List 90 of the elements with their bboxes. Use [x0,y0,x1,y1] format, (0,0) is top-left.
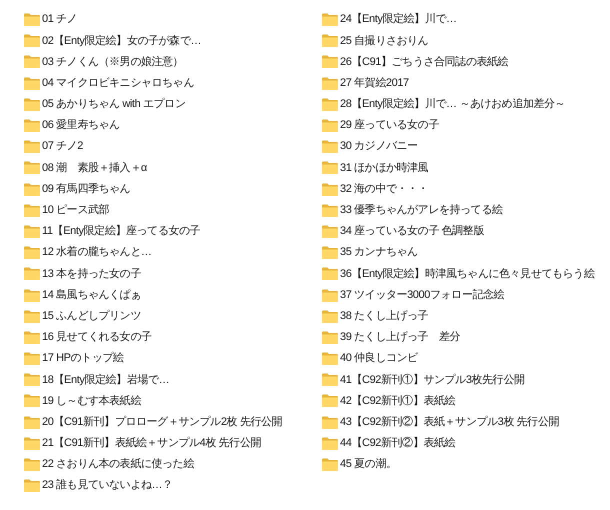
folder-item[interactable]: 41【C92新刊①】サンプル3枚先行公開 [322,369,610,390]
folder-icon [322,267,338,280]
folder-item[interactable]: 31 ほかほか時津風 [322,157,610,178]
folder-icon [322,119,338,132]
folder-item[interactable]: 44【C92新刊②】表紙絵 [322,432,610,454]
folder-item[interactable]: 02【Enty限定絵】女の子が森で… [24,30,322,52]
folder-item[interactable]: 42【C92新刊①】表紙絵 [322,390,610,412]
folder-item[interactable]: 10 ピース武部 [24,200,322,221]
folder-icon [322,182,338,196]
folder-icon [24,119,40,132]
folder-item[interactable]: 17 HPのトップ絵 [24,348,322,370]
folder-icon [322,373,338,386]
folder-item[interactable]: 05 あかりちゃん with エプロン [24,94,322,115]
folder-icon [322,55,338,68]
folder-icon [322,416,338,429]
folder-icon [322,458,338,472]
folder-icon [322,352,338,366]
folder-icon [24,98,40,111]
folder-item[interactable]: 15 ふんどしプリンツ [24,306,322,327]
folder-icon [322,224,338,238]
folder-item[interactable]: 16 見せてくれる女の子 [24,326,322,348]
folder-item[interactable]: 08 潮 素股＋挿入＋α [24,157,322,178]
folder-icon [322,34,338,48]
folder-item[interactable]: 29 座っている女の子 [322,114,610,136]
folder-item[interactable]: 04 マイクロビキニシャロちゃん [24,72,322,94]
folder-item[interactable]: 23 誰も見ていないよね…？ [24,475,322,496]
folder-item[interactable]: 25 自撮りさおりん [322,30,610,52]
folder-item[interactable]: 14 島風ちゃんくぱぁ [24,284,322,306]
folder-icon [24,310,40,323]
folder-icon [24,55,40,68]
folder-icon [322,246,338,260]
folder-item[interactable]: 28【Enty限定絵】川で… ～あけおめ追加差分～ [322,94,610,115]
folder-item[interactable]: 40 仲良しコンビ [322,348,610,370]
folder-item[interactable]: 30 カジノバニー [322,136,610,158]
folder-icon [24,224,40,238]
folder-item[interactable]: 26【C91】ごちうさ合同誌の表紙絵 [322,51,610,73]
folder-icon [322,330,338,344]
folder-item[interactable]: 22 さおりん本の表紙に使った絵 [24,454,322,476]
folder-icon [24,352,40,366]
folder-icon [24,246,40,260]
folder-item[interactable]: 07 チノ2 [24,136,322,158]
folder-icon [24,76,40,90]
folder-icon [24,267,40,280]
folder-icon [24,161,40,174]
folder-item[interactable]: 38 たくし上げっ子 [322,306,610,327]
folder-icon [322,204,338,217]
folder-item[interactable]: 09 有馬四季ちゃん [24,178,322,200]
folder-item[interactable]: 39 たくし上げっ子 差分 [322,326,610,348]
folder-icon [322,13,338,26]
folder-icon [24,416,40,429]
folder-item[interactable]: 27 年賀絵2017 [322,72,610,94]
folder-icon [322,436,338,450]
folder-icon [322,161,338,174]
folder-icon [322,98,338,111]
folder-item[interactable]: 37 ツイッター3000フォロー記念絵 [322,284,610,306]
folder-icon [24,458,40,472]
folder-icon [322,288,338,302]
folder-item[interactable]: 03 チノくん（※男の娘注意） [24,51,322,73]
folder-item[interactable]: 45 夏の潮。 [322,454,610,476]
folder-icon [24,182,40,196]
folder-icon [24,34,40,48]
folder-item[interactable]: 24【Enty限定絵】川で… [322,9,610,30]
folder-icon [24,479,40,492]
folder-icon [322,394,338,408]
folder-item[interactable]: 21【C91新刊】表紙絵＋サンプル4枚 先行公開 [24,432,322,454]
folder-icon [24,140,40,154]
folder-icon [322,140,338,154]
folder-item[interactable]: 13 本を持った女の子 [24,263,322,284]
folder-icon [24,394,40,408]
folder-icon [24,13,40,26]
folder-item[interactable]: 18【Enty限定絵】岩場で… [24,369,322,390]
folder-item[interactable]: 01 チノ [24,9,322,30]
folder-icon [322,76,338,90]
folder-item[interactable]: 20【C91新刊】プロローグ＋サンプル2枚 先行公開 [24,412,322,433]
folder-item[interactable]: 34 座っている女の子 色調整版 [322,220,610,242]
folder-item[interactable]: 12 水着の朧ちゃんと… [24,242,322,264]
folder-item[interactable]: 35 カンナちゃん [322,242,610,264]
folder-item[interactable]: 43【C92新刊②】表紙＋サンプル3枚 先行公開 [322,412,610,433]
folder-item[interactable]: 06 愛里寿ちゃん [24,114,322,136]
folder-item[interactable]: 19 し～むす本表紙絵 [24,390,322,412]
folder-item[interactable]: 33 優季ちゃんがアレを持ってる絵 [322,200,610,221]
folder-item[interactable]: 32 海の中で・・・ [322,178,610,200]
folder-icon [24,330,40,344]
folder-icon [24,373,40,386]
folder-icon [322,310,338,323]
folder-icon [24,288,40,302]
folder-item[interactable]: 11【Enty限定絵】座ってる女の子 [24,220,322,242]
folder-icon [24,436,40,450]
folder-item[interactable]: 36【Enty限定絵】時津風ちゃんに色々見せてもらう絵 [322,263,610,284]
folder-icon [24,204,40,217]
